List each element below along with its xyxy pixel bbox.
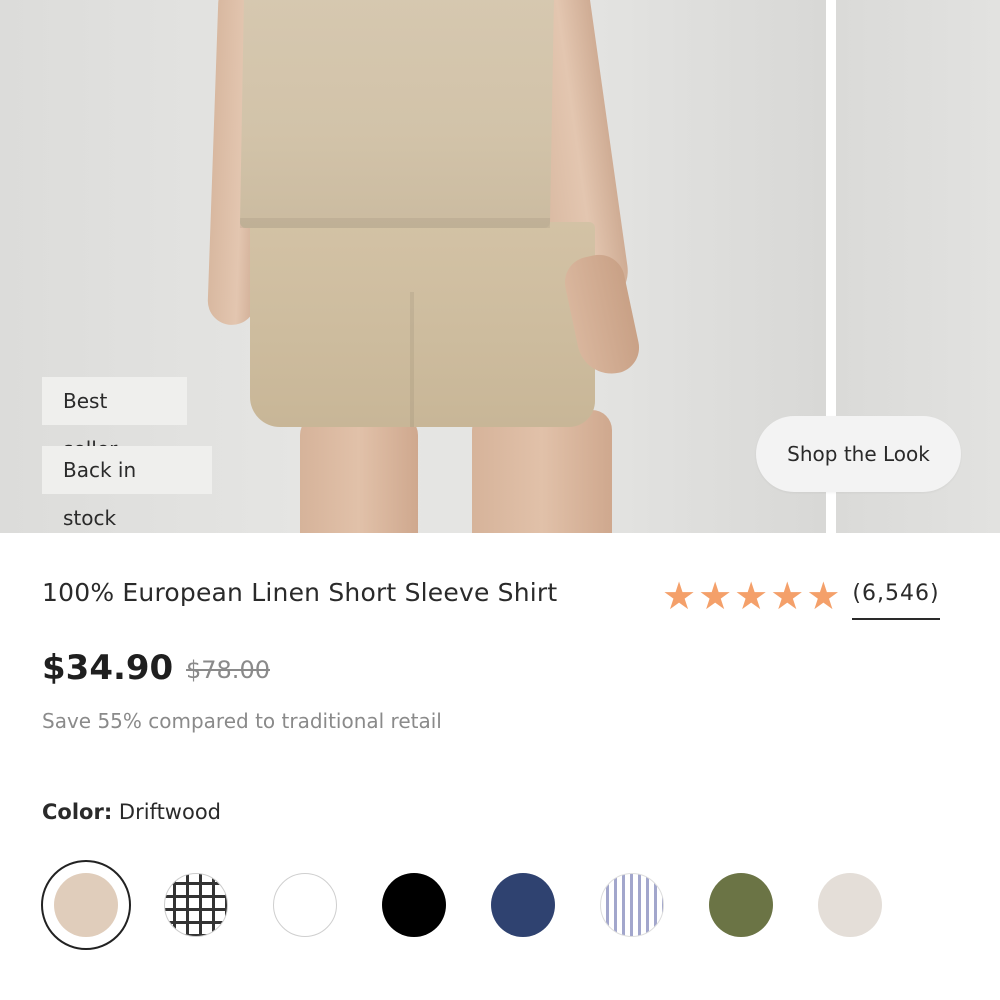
best-seller-badge: Best seller <box>42 377 187 461</box>
star-icon: ★ <box>662 574 697 618</box>
star-icon: ★ <box>806 574 841 618</box>
product-title: 100% European Linen Short Sleeve Shirt <box>42 578 558 607</box>
rating-stars: ★ ★ ★ ★ ★ <box>662 576 840 616</box>
star-icon: ★ <box>698 574 733 618</box>
product-rating[interactable]: ★ ★ ★ ★ ★ (6,546) <box>662 576 940 620</box>
original-price: $78.00 <box>186 656 270 684</box>
swatch-white[interactable] <box>273 873 337 937</box>
swatch-driftwood[interactable] <box>41 860 131 950</box>
swatch-fill <box>54 873 118 937</box>
review-count-link[interactable]: (6,546) <box>852 581 940 620</box>
star-icon: ★ <box>770 574 805 618</box>
swatch-oat[interactable] <box>818 873 882 937</box>
model-right-leg <box>472 410 612 533</box>
swatch-blue-stripe[interactable] <box>600 873 664 937</box>
product-image-carousel[interactable]: Best seller Back in stock Shop the Look <box>0 0 1000 533</box>
color-label: Color: <box>42 800 113 824</box>
sale-price: $34.90 <box>42 648 174 688</box>
color-selector-label: Color: Driftwood <box>42 800 221 824</box>
swatch-black[interactable] <box>382 873 446 937</box>
shop-the-look-button[interactable]: Shop the Look <box>756 416 961 492</box>
linen-shirt <box>239 0 555 228</box>
savings-text: Save 55% compared to traditional retail <box>42 709 442 733</box>
back-in-stock-badge: Back in stock <box>42 446 212 530</box>
selected-color-name: Driftwood <box>118 800 222 824</box>
swatch-navy[interactable] <box>491 873 555 937</box>
model-left-leg <box>300 415 418 533</box>
star-icon: ★ <box>734 574 769 618</box>
swatch-windowpane[interactable] <box>164 873 228 937</box>
swatch-olive[interactable] <box>709 873 773 937</box>
linen-shorts <box>250 222 595 427</box>
